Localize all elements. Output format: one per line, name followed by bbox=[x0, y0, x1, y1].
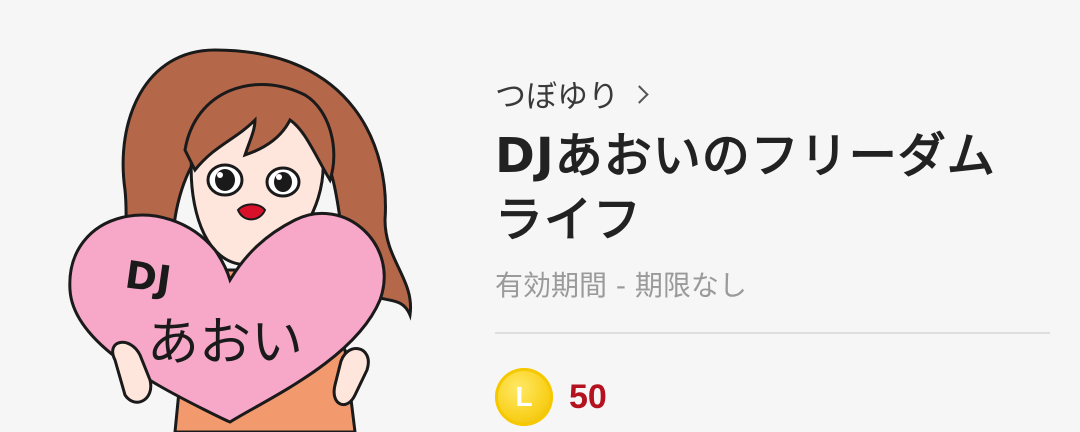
heart-text-dj: DJ bbox=[123, 252, 174, 302]
sticker-illustration: DJ あおい bbox=[68, 48, 413, 432]
chevron-right-icon bbox=[630, 84, 649, 104]
divider bbox=[495, 332, 1050, 334]
coin-letter: L bbox=[515, 381, 533, 412]
lips bbox=[236, 203, 267, 221]
coin-icon: L bbox=[495, 368, 553, 426]
price-amount: 50 bbox=[569, 377, 607, 416]
heart-text-aoi: あおい bbox=[147, 313, 303, 373]
author-name: つぼゆり bbox=[495, 78, 619, 115]
validity-text: 有効期間 - 期限なし bbox=[495, 269, 747, 302]
sticker-info: つぼゆり DJあおいのフリーダムライフ 有効期間 - 期限なし bbox=[495, 70, 1055, 304]
sticker-detail-header: DJ あおい つぼゆり DJあおいのフリーダムライフ 有効期間 - 期限なし L… bbox=[0, 0, 1080, 432]
author-link[interactable]: つぼゆり bbox=[495, 70, 1055, 116]
sticker-main-image: DJ あおい bbox=[55, 40, 435, 432]
price-row: L 50 bbox=[495, 368, 607, 426]
sticker-title: DJあおいのフリーダムライフ bbox=[495, 128, 996, 248]
